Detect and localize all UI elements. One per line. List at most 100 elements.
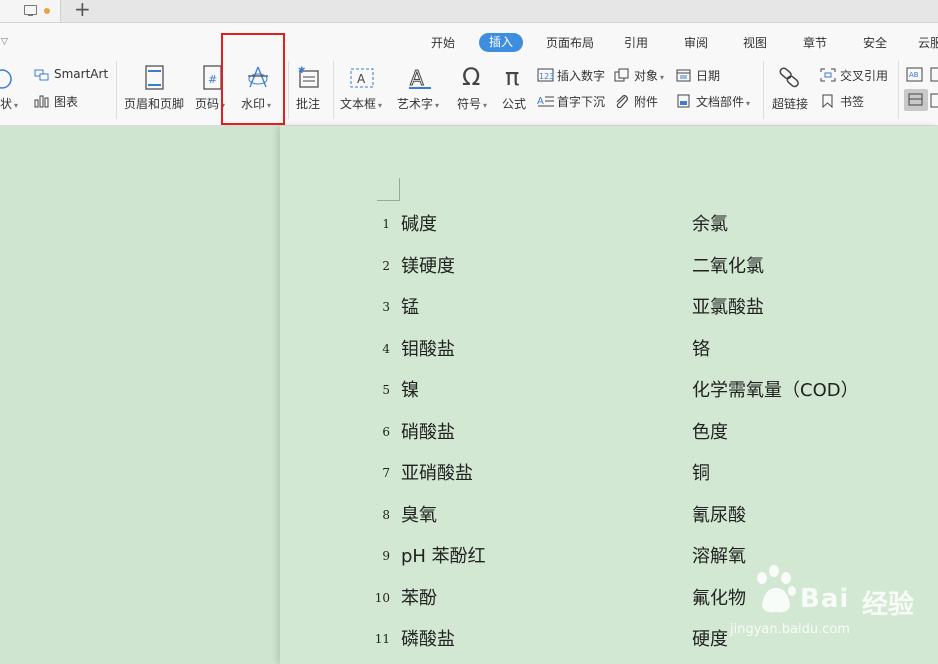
- bookmark-icon: [822, 94, 833, 108]
- item-left: 苯酚: [401, 587, 437, 609]
- shape-icon: [0, 69, 12, 89]
- menu-cloud[interactable]: 云服: [918, 33, 938, 53]
- symbol-button[interactable]: Ω 符号 ▾: [457, 63, 493, 115]
- menu-security[interactable]: 安全: [863, 33, 887, 53]
- drop-cap-icon: A: [537, 96, 554, 107]
- layout-button[interactable]: [930, 67, 938, 85]
- item-left: 镍: [401, 380, 419, 401]
- line-number: 8: [382, 507, 390, 522]
- menu-view[interactable]: 视图: [743, 33, 767, 53]
- page-border-icon: [908, 93, 923, 106]
- list-row: 1 碱度 余氯: [280, 210, 938, 240]
- bookmark-label: 书签: [840, 95, 865, 109]
- layout-button-2[interactable]: [930, 93, 938, 111]
- insert-number-label: 插入数字: [557, 69, 606, 83]
- list-row: 11 磷酸盐 硬度: [280, 625, 938, 655]
- object-label: 对象: [634, 69, 659, 83]
- tab-strip: +: [0, 0, 938, 23]
- header-footer-button[interactable]: 页眉和页脚: [124, 65, 188, 115]
- unsaved-dot-icon: [44, 8, 50, 14]
- highlight-annotation-box: [221, 33, 285, 125]
- pi-icon: π: [505, 63, 520, 91]
- item-left: 硝酸盐: [401, 421, 455, 443]
- omega-icon: Ω: [462, 63, 481, 91]
- svg-text:123: 123: [539, 72, 554, 81]
- line-number: 10: [374, 590, 390, 605]
- menu-references[interactable]: 引用: [624, 33, 648, 53]
- link-icon: [779, 67, 799, 88]
- formula-label: 公式: [502, 97, 527, 111]
- svg-text:✱: ✱: [298, 66, 306, 76]
- line-number: 7: [382, 466, 390, 480]
- hyperlink-label: 超链接: [772, 97, 809, 111]
- document-tab[interactable]: [0, 0, 61, 22]
- item-right: 氟化物: [692, 587, 746, 609]
- formula-button[interactable]: π 公式: [502, 63, 532, 115]
- cross-reference-label: 交叉引用: [840, 69, 889, 83]
- chart-label: 图表: [54, 95, 79, 109]
- menu-start[interactable]: 开始: [431, 33, 455, 53]
- item-right: 二氧化氯: [692, 255, 764, 277]
- list-row: 9 pH 苯酚红 溶解氧: [280, 542, 938, 572]
- attachment-label: 附件: [634, 95, 659, 109]
- textbox-label: 文本框: [340, 97, 377, 111]
- item-left: pH 苯酚红: [401, 546, 486, 567]
- textbox-icon: A: [350, 68, 374, 88]
- svg-text:A: A: [410, 66, 424, 90]
- line-number: 11: [374, 632, 390, 646]
- header-footer-icon: [145, 65, 164, 90]
- line-number: 4: [382, 341, 390, 356]
- item-left: 亚硝酸盐: [401, 463, 473, 484]
- page-border-button[interactable]: [904, 89, 928, 111]
- svg-text:A: A: [357, 72, 366, 86]
- header-footer-label: 页眉和页脚: [124, 97, 185, 111]
- line-number: 1: [382, 217, 390, 231]
- divider: [333, 61, 334, 119]
- document-page[interactable]: 1 碱度 余氯 2 镁硬度 二氧化氯 3 锰 亚氯酸盐 4 钼酸盐 铬 5 镍 化学需氧量（COD） 6 硝酸盐…: [280, 126, 938, 664]
- menu-section[interactable]: 章节: [803, 33, 827, 53]
- wordart-icon: A: [409, 66, 431, 91]
- item-right: 化学需氧量（COD）: [692, 380, 859, 401]
- line-number: 5: [382, 383, 390, 397]
- divider: [763, 61, 764, 119]
- divider: [116, 61, 117, 119]
- doc-parts-icon: [677, 94, 690, 108]
- list-row: 4 钼酸盐 铬: [280, 335, 938, 365]
- hyperlink-button[interactable]: 超链接: [772, 65, 812, 115]
- item-left: 钼酸盐: [401, 338, 455, 360]
- shape-button[interactable]: 状 ▾: [0, 67, 20, 115]
- object-icon: [614, 68, 629, 82]
- margin-corner-marker: [377, 178, 400, 201]
- layout-icon: [930, 67, 938, 82]
- item-left: 锰: [401, 297, 419, 318]
- menu-page-layout[interactable]: 页面布局: [546, 33, 594, 53]
- item-right: 溶解氧: [692, 546, 746, 567]
- item-right: 色度: [692, 421, 728, 443]
- textbox-button[interactable]: A 文本框 ▾: [340, 65, 390, 115]
- item-left: 碱度: [401, 214, 437, 235]
- layout-icon-2: [930, 93, 938, 108]
- item-left: 磷酸盐: [401, 629, 455, 650]
- line-number: 3: [382, 300, 390, 314]
- menu-review[interactable]: 审阅: [684, 33, 708, 53]
- comment-button[interactable]: ✱ 批注: [295, 65, 325, 115]
- list-row: 6 硝酸盐 色度: [280, 418, 938, 448]
- list-row: 8 臭氧 氰尿酸: [280, 501, 938, 531]
- divider: [288, 61, 289, 119]
- line-number: 9: [382, 549, 390, 563]
- smartart-label: SmartArt: [54, 67, 109, 81]
- list-row: 3 锰 亚氯酸盐: [280, 293, 938, 323]
- shape-label: 状: [0, 97, 13, 111]
- menu-insert[interactable]: 插入: [479, 33, 524, 52]
- divider: [898, 61, 899, 119]
- bar-chart-icon: [34, 95, 49, 108]
- svg-text:AB: AB: [909, 71, 919, 79]
- calendar-icon: [676, 69, 691, 82]
- smartart-icon: [34, 69, 49, 81]
- item-right: 硬度: [692, 629, 728, 650]
- svg-text:A: A: [537, 96, 544, 107]
- new-tab-button[interactable]: +: [74, 0, 91, 20]
- wordart-button[interactable]: A 艺术字 ▾: [397, 65, 449, 115]
- text-direction-button[interactable]: AB: [906, 67, 924, 85]
- item-left: 臭氧: [401, 504, 437, 526]
